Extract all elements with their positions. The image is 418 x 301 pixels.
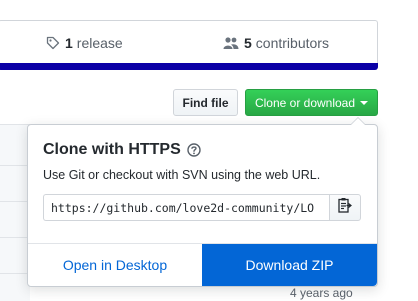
clone-title: Clone with HTTPS <box>43 141 201 159</box>
clone-url-input[interactable] <box>43 194 329 221</box>
copy-url-button[interactable] <box>329 194 361 221</box>
contributors-label: contributors <box>255 35 329 51</box>
clone-title-text: Clone with HTTPS <box>43 141 181 158</box>
table-row-divider <box>0 273 30 274</box>
repository-page: 1 release 5 contributors Find file Clone… <box>0 0 418 301</box>
releases-link[interactable]: 1 release <box>46 35 123 51</box>
file-list <box>0 124 30 301</box>
contributors-count: 5 <box>244 35 252 51</box>
table-row-divider <box>0 201 30 202</box>
table-row-divider <box>0 165 30 166</box>
release-count: 1 <box>65 35 73 51</box>
people-icon <box>223 36 239 50</box>
numbers-summary: 1 release 5 contributors <box>0 20 378 64</box>
language-bar[interactable] <box>0 63 378 70</box>
clone-dropdown: Clone with HTTPS Use Git or checkout wit… <box>27 117 378 287</box>
clone-url-group <box>43 194 361 221</box>
caret-down-icon <box>360 100 369 105</box>
download-zip-button[interactable]: Download ZIP <box>202 244 377 286</box>
clone-or-download-button[interactable]: Clone or download <box>245 89 378 116</box>
table-row-divider <box>0 237 30 238</box>
find-file-button[interactable]: Find file <box>173 89 238 116</box>
clipboard-icon <box>338 197 352 218</box>
clone-button-label: Clone or download <box>254 95 356 110</box>
commit-age: 4 years ago <box>290 286 353 300</box>
clone-description: Use Git or checkout with SVN using the w… <box>43 168 321 182</box>
release-label: release <box>76 35 123 51</box>
contributors-link[interactable]: 5 contributors <box>223 35 329 51</box>
open-in-desktop-button[interactable]: Open in Desktop <box>28 244 202 286</box>
dropdown-pointer <box>350 117 366 125</box>
tag-icon <box>46 36 60 50</box>
question-icon[interactable] <box>187 143 201 157</box>
clone-actions: Open in Desktop Download ZIP <box>28 243 377 286</box>
